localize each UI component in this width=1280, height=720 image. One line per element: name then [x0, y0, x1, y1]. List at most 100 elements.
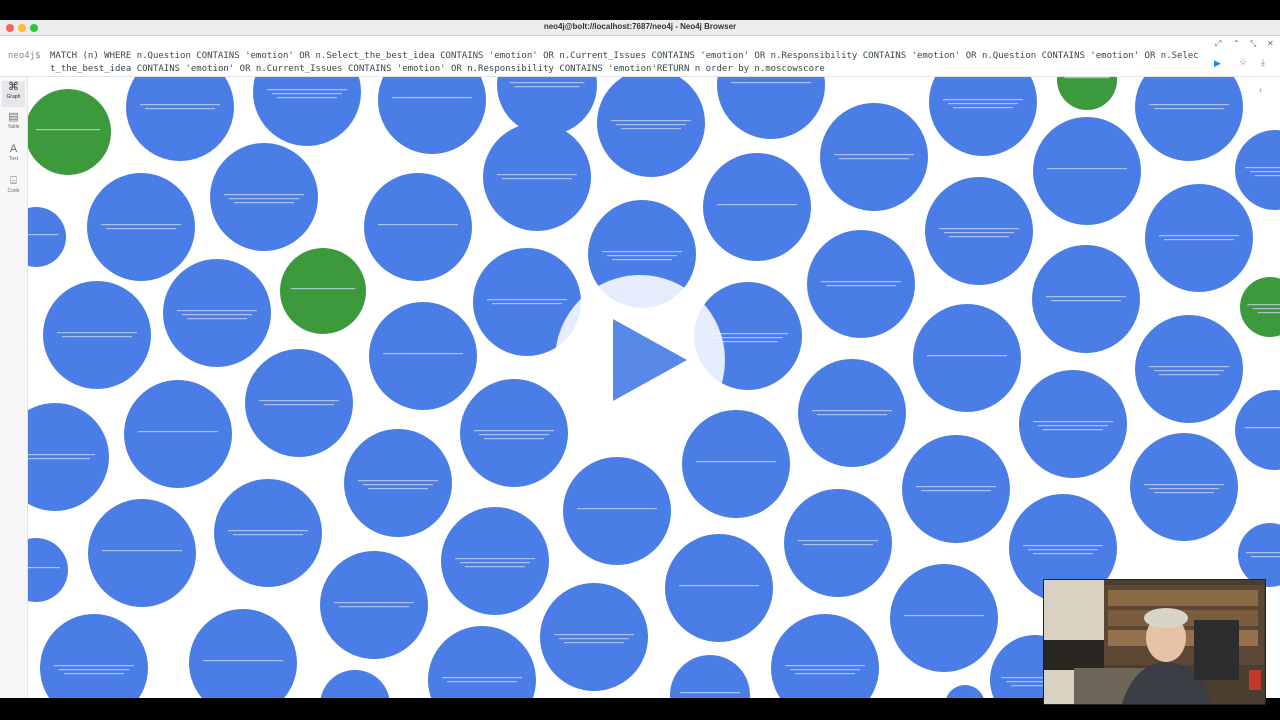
graph-node[interactable]: [1032, 245, 1140, 353]
graph-node[interactable]: [945, 685, 985, 698]
graph-node[interactable]: [364, 173, 472, 281]
favorite-button[interactable]: ☆: [1239, 57, 1247, 68]
graph-node[interactable]: [210, 143, 318, 251]
graph-node[interactable]: [1057, 77, 1117, 110]
video-play-button[interactable]: [555, 275, 725, 445]
node-caption: [1046, 296, 1126, 298]
graph-node[interactable]: [784, 489, 892, 597]
graph-node[interactable]: [320, 551, 428, 659]
graph-node[interactable]: [717, 77, 825, 139]
node-caption: [611, 120, 691, 122]
node-caption: [1149, 366, 1229, 368]
graph-node[interactable]: [798, 359, 906, 467]
node-caption: [59, 669, 129, 671]
graph-node[interactable]: [124, 380, 232, 488]
node-caption: [1255, 175, 1280, 177]
node-caption: [1033, 421, 1113, 423]
graph-node[interactable]: [189, 609, 297, 698]
graph-node[interactable]: [40, 614, 148, 698]
graph-node[interactable]: [460, 379, 568, 487]
graph-node[interactable]: [87, 173, 195, 281]
pin-icon[interactable]: ⤢: [1215, 39, 1221, 49]
graph-node[interactable]: [1240, 277, 1280, 337]
graph-node[interactable]: [245, 349, 353, 457]
graph-node[interactable]: [1238, 523, 1280, 587]
graph-node[interactable]: [703, 153, 811, 261]
graph-node[interactable]: [43, 281, 151, 389]
graph-node[interactable]: [1135, 315, 1243, 423]
graph-node[interactable]: [28, 207, 66, 267]
graph-node[interactable]: [253, 77, 361, 146]
node-caption: [939, 228, 1019, 230]
graph-node[interactable]: [771, 614, 879, 698]
graph-node[interactable]: [441, 507, 549, 615]
graph-node[interactable]: [280, 248, 366, 334]
graph-node[interactable]: [807, 230, 915, 338]
node-caption: [383, 353, 463, 355]
graph-node[interactable]: [344, 429, 452, 537]
graph-node[interactable]: [1235, 390, 1280, 470]
graph-node[interactable]: [929, 77, 1037, 156]
sidebar-item-graph[interactable]: ⌘ Graph: [2, 81, 25, 107]
graph-node[interactable]: [1130, 433, 1238, 541]
chevron-up-icon[interactable]: ‹: [1259, 85, 1262, 96]
graph-node[interactable]: [820, 103, 928, 211]
graph-node[interactable]: [28, 89, 111, 175]
graph-node[interactable]: [1019, 370, 1127, 478]
node-caption: [1051, 300, 1121, 302]
node-caption: [35, 129, 101, 131]
expand-icon[interactable]: ⤡: [1250, 39, 1256, 49]
graph-node[interactable]: [126, 77, 234, 161]
node-caption: [465, 566, 525, 568]
node-caption: [795, 673, 855, 675]
sidebar-item-code[interactable]: ⌸ Code: [2, 175, 25, 201]
node-caption: [1252, 308, 1280, 310]
graph-node[interactable]: [88, 499, 196, 607]
graph-node[interactable]: [890, 564, 998, 672]
node-caption: [679, 585, 759, 587]
run-query-button[interactable]: ▶: [1214, 58, 1221, 69]
cypher-query-text[interactable]: MATCH (n) WHERE n.Question CONTAINS 'emo…: [50, 50, 1200, 75]
graph-node[interactable]: [1235, 130, 1280, 210]
graph-node[interactable]: [540, 583, 648, 691]
query-editor[interactable]: neo4j$ MATCH (n) WHERE n.Question CONTAI…: [0, 36, 1280, 77]
node-caption: [460, 562, 530, 564]
sidebar-item-label: Text: [8, 156, 19, 162]
graph-node[interactable]: [428, 626, 536, 698]
node-caption: [182, 314, 252, 316]
node-caption: [1251, 556, 1280, 558]
sidebar-item-text[interactable]: A Text: [2, 143, 25, 169]
graph-node[interactable]: [163, 259, 271, 367]
node-caption: [834, 154, 914, 156]
close-icon[interactable]: ✕: [1267, 39, 1274, 48]
graph-node[interactable]: [1145, 184, 1253, 292]
graph-node[interactable]: [320, 670, 390, 698]
graph-node[interactable]: [1135, 77, 1243, 161]
download-button[interactable]: ⤓: [1261, 57, 1265, 68]
node-caption: [234, 202, 294, 204]
graph-node[interactable]: [369, 302, 477, 410]
node-caption: [718, 341, 778, 343]
graph-node[interactable]: [28, 403, 109, 511]
graph-node[interactable]: [563, 457, 671, 565]
graph-node[interactable]: [597, 77, 705, 177]
graph-node[interactable]: [483, 123, 591, 231]
node-caption: [1064, 77, 1110, 79]
graph-node[interactable]: [902, 435, 1010, 543]
graph-node[interactable]: [913, 304, 1021, 412]
graph-node[interactable]: [670, 655, 750, 698]
sidebar-item-table[interactable]: ▤ Table: [2, 111, 25, 137]
chevron-up-icon[interactable]: ⌃: [1233, 39, 1240, 48]
graph-node[interactable]: [1033, 117, 1141, 225]
node-caption: [509, 82, 585, 84]
node-caption: [64, 673, 124, 675]
node-caption: [944, 232, 1014, 234]
node-caption: [267, 89, 347, 91]
graph-node[interactable]: [925, 177, 1033, 285]
graph-node[interactable]: [28, 538, 68, 602]
graph-node[interactable]: [214, 479, 322, 587]
node-caption: [177, 310, 257, 312]
node-caption: [378, 224, 458, 226]
graph-node[interactable]: [665, 534, 773, 642]
graph-node[interactable]: [378, 77, 486, 154]
